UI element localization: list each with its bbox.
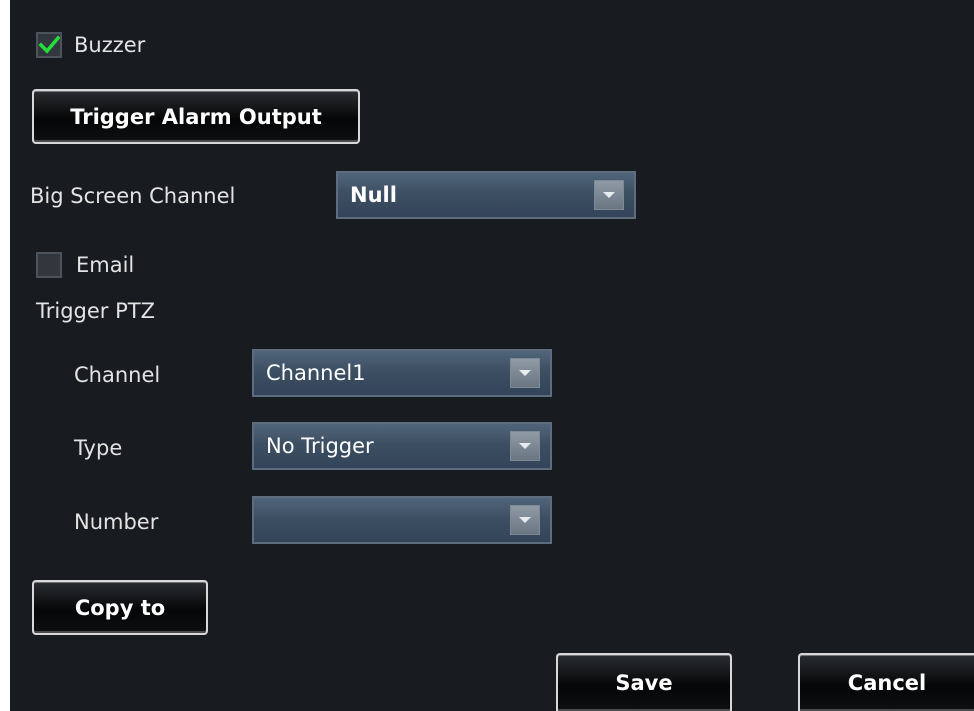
chevron-down-icon[interactable] xyxy=(594,180,624,210)
email-checkbox[interactable] xyxy=(36,252,62,278)
ptz-channel-select[interactable]: Channel1 xyxy=(252,349,552,397)
big-screen-channel-label: Big Screen Channel xyxy=(30,184,236,208)
cancel-button[interactable]: Cancel xyxy=(798,653,974,711)
buzzer-label: Buzzer xyxy=(74,33,146,57)
email-label: Email xyxy=(76,253,135,277)
trigger-ptz-heading: Trigger PTZ xyxy=(36,299,155,323)
buzzer-checkbox[interactable] xyxy=(36,32,62,58)
chevron-down-icon[interactable] xyxy=(510,358,540,388)
ptz-number-select[interactable] xyxy=(252,496,552,544)
copy-to-button[interactable]: Copy to xyxy=(32,580,208,635)
chevron-down-icon[interactable] xyxy=(510,505,540,535)
check-icon xyxy=(38,35,60,54)
ptz-type-value: No Trigger xyxy=(266,434,374,458)
ptz-channel-value: Channel1 xyxy=(266,361,366,385)
alarm-action-panel: Buzzer Trigger Alarm Output Big Screen C… xyxy=(10,0,974,711)
chevron-down-icon[interactable] xyxy=(510,431,540,461)
ptz-channel-label: Channel xyxy=(74,363,161,387)
trigger-alarm-output-button[interactable]: Trigger Alarm Output xyxy=(32,89,360,144)
ptz-number-label: Number xyxy=(74,510,159,534)
save-button[interactable]: Save xyxy=(556,653,732,711)
big-screen-channel-select[interactable]: Null xyxy=(336,171,636,219)
ptz-type-select[interactable]: No Trigger xyxy=(252,422,552,470)
big-screen-channel-value: Null xyxy=(350,183,397,207)
ptz-type-label: Type xyxy=(74,436,123,460)
